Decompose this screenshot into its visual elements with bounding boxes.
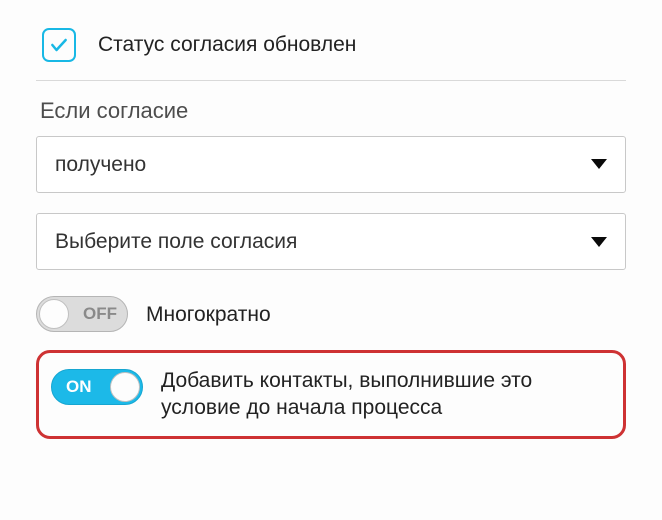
toggle-row-add-contacts: ON Добавить контакты, выполнившие это ус…: [51, 367, 611, 422]
toggle-multiple-label: Многократно: [146, 301, 271, 328]
checkmark-icon: [49, 35, 69, 55]
chevron-down-icon: [591, 237, 607, 247]
select-consent-field-text: Выберите поле согласия: [55, 228, 297, 255]
toggle-multiple[interactable]: OFF: [36, 296, 128, 332]
select-consent-field[interactable]: Выберите поле согласия: [36, 213, 626, 270]
toggle-add-contacts-label: Добавить контакты, выполнившие это услов…: [161, 367, 611, 422]
checkbox-consent-status-updated[interactable]: [42, 28, 76, 62]
toggle-state-text: OFF: [83, 303, 117, 325]
select-consent-value[interactable]: получено: [36, 136, 626, 193]
toggle-row-multiple: OFF Многократно: [36, 290, 626, 338]
select-consent-value-text: получено: [55, 151, 146, 178]
checkbox-row-consent-status: Статус согласия обновлен: [36, 24, 626, 81]
checkbox-label: Статус согласия обновлен: [98, 31, 356, 58]
toggle-state-text: ON: [66, 376, 92, 398]
toggle-add-contacts[interactable]: ON: [51, 369, 143, 405]
highlight-box-add-contacts: ON Добавить контакты, выполнившие это ус…: [36, 350, 626, 439]
toggle-knob: [110, 372, 140, 402]
section-label-if-consent: Если согласие: [40, 97, 626, 126]
toggle-knob: [39, 299, 69, 329]
chevron-down-icon: [591, 159, 607, 169]
